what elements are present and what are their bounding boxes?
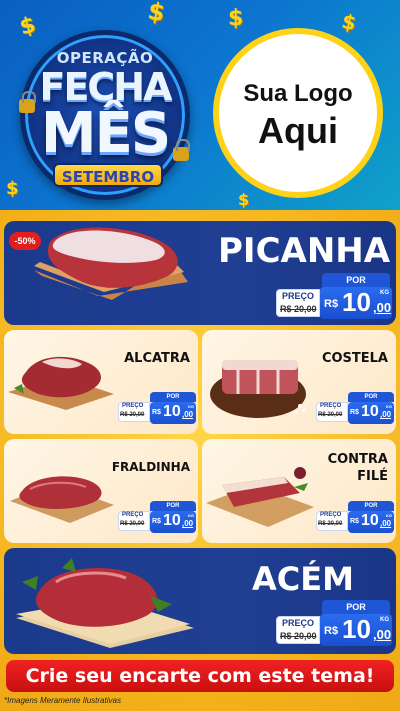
unit-label: KG	[386, 404, 392, 409]
dollar-icon: $	[17, 12, 39, 41]
badge-line3: MÊS	[40, 101, 171, 166]
dollar-icon: $	[145, 0, 168, 28]
cta-banner[interactable]: Crie seu encarte com este tema!	[6, 660, 394, 692]
product-name-line1: CONTRA	[327, 452, 388, 467]
product-card-fraldinha: FRALDINHA POR PREÇO R$ 20,00 R$ 10 ,00 K…	[4, 439, 198, 543]
current-price: 10	[342, 614, 371, 644]
old-price: R$ 20,00	[120, 412, 145, 418]
price-tag: POR PREÇO R$ 20,00 R$ 10 ,00 KG	[118, 392, 196, 424]
badge-month: SETEMBRO	[53, 163, 163, 187]
product-card-contra-file: CONTRA FILÉ POR PREÇO R$ 20,00 R$ 10 ,00…	[202, 439, 396, 543]
current-price: 10	[361, 512, 379, 529]
unit-label: KG	[380, 617, 389, 623]
fraldinha-image	[10, 476, 114, 523]
product-name: ALCATRA	[124, 351, 190, 366]
currency-symbol: R$	[324, 625, 339, 637]
price-por-label: POR	[150, 392, 196, 402]
price-por-label: POR	[150, 501, 196, 511]
current-price-cents: ,00	[380, 410, 392, 419]
old-price: R$ 20,00	[280, 631, 317, 641]
price-por-label: POR	[348, 392, 394, 402]
unit-label: KG	[188, 404, 194, 409]
picanha-image	[34, 227, 188, 300]
dollar-icon: $	[228, 6, 244, 31]
product-name: FRALDINHA	[111, 460, 190, 474]
old-price: R$ 20,00	[318, 412, 343, 418]
current-price-box: R$ 10 ,00 KG	[348, 402, 394, 424]
unit-label: KG	[386, 513, 392, 518]
old-price: R$ 20,00	[120, 521, 145, 527]
dollar-icon: $	[6, 178, 19, 199]
currency-symbol: R$	[324, 298, 339, 310]
current-price-box: R$ 10 ,00 KG	[320, 287, 392, 319]
discount-badge: -50%	[9, 232, 41, 250]
current-price-cents: ,00	[182, 410, 194, 419]
product-name: PICANHA	[218, 231, 391, 271]
product-name: ACÉM	[252, 560, 354, 598]
currency-symbol: R$	[152, 409, 161, 416]
current-price-cents: ,00	[380, 519, 392, 528]
costela-image	[210, 360, 306, 418]
footnote: *Imagens Meramente Ilustrativas	[4, 696, 121, 705]
current-price: 10	[163, 403, 181, 420]
price-preco-label: PREÇO	[122, 403, 144, 409]
operacao-fecha-mes-badge: OPERAÇÃO FECHA MÊS SETEMBRO	[19, 30, 190, 200]
price-por-label: POR	[322, 600, 390, 614]
price-preco-label: PREÇO	[122, 512, 144, 518]
price-por-label: POR	[322, 273, 390, 287]
current-price: 10	[361, 403, 379, 420]
product-card-alcatra: ALCATRA POR PREÇO R$ 20,00 R$ 10 ,00 KG	[4, 330, 198, 434]
current-price: 10	[163, 512, 181, 529]
current-price-box: R$ 10 ,00 KG	[348, 511, 394, 533]
alcatra-image	[8, 356, 114, 410]
price-preco-label: PREÇO	[320, 403, 342, 409]
current-price-cents: ,00	[373, 300, 392, 315]
old-price: R$ 20,00	[318, 521, 343, 527]
currency-symbol: R$	[152, 518, 161, 525]
logo-placeholder: Sua Logo Aqui	[213, 28, 383, 198]
unit-label: KG	[380, 290, 389, 296]
flyer-page: $ $ $ $ $ $ $ OPERAÇÃO FECHA MÊS SETEMBR…	[0, 0, 400, 711]
price-tag: POR PREÇO R$ 20,00 R$ 10 ,00 KG	[118, 501, 196, 533]
price-tag: POR PREÇO R$ 20,00 R$ 10 ,00 KG	[276, 600, 392, 646]
acem-image	[16, 558, 194, 648]
product-name: COSTELA	[321, 351, 388, 366]
header-banner: $ $ $ $ $ $ $ OPERAÇÃO FECHA MÊS SETEMBR…	[0, 0, 400, 210]
price-tag: POR PREÇO R$ 20,00 R$ 10 ,00 KG	[316, 392, 394, 424]
current-price: 10	[342, 287, 371, 317]
dollar-icon: $	[339, 8, 359, 36]
logo-line2: Aqui	[258, 110, 338, 151]
lock-icon	[173, 139, 190, 161]
logo-line1: Sua Logo	[243, 80, 353, 107]
current-price-cents: ,00	[182, 519, 194, 528]
lock-icon	[19, 91, 36, 113]
price-tag: POR PREÇO R$ 20,00 R$ 10 ,00 KG	[316, 501, 394, 533]
product-card-costela: COSTELA POR PREÇO R$ 20,00 R$ 10 ,00 KG	[202, 330, 396, 434]
current-price-cents: ,00	[373, 627, 392, 642]
old-price: R$ 20,00	[280, 304, 317, 314]
contra-file-image	[206, 467, 314, 527]
current-price-box: R$ 10 ,00 KG	[150, 511, 196, 533]
price-preco-label: PREÇO	[320, 512, 342, 518]
product-name-line2: FILÉ	[357, 469, 388, 484]
currency-symbol: R$	[350, 518, 359, 525]
current-price-box: R$ 10 ,00 KG	[150, 402, 196, 424]
product-name: CONTRA FILÉ	[328, 451, 388, 485]
price-preco-label: PREÇO	[282, 618, 315, 628]
unit-label: KG	[188, 513, 194, 518]
price-tag: POR PREÇO R$ 20,00 R$ 10 ,00 KG	[276, 273, 392, 319]
current-price-box: R$ 10 ,00 KG	[320, 614, 392, 646]
price-por-label: POR	[348, 501, 394, 511]
price-preco-label: PREÇO	[282, 291, 315, 301]
currency-symbol: R$	[350, 409, 359, 416]
dollar-icon: $	[238, 190, 250, 209]
